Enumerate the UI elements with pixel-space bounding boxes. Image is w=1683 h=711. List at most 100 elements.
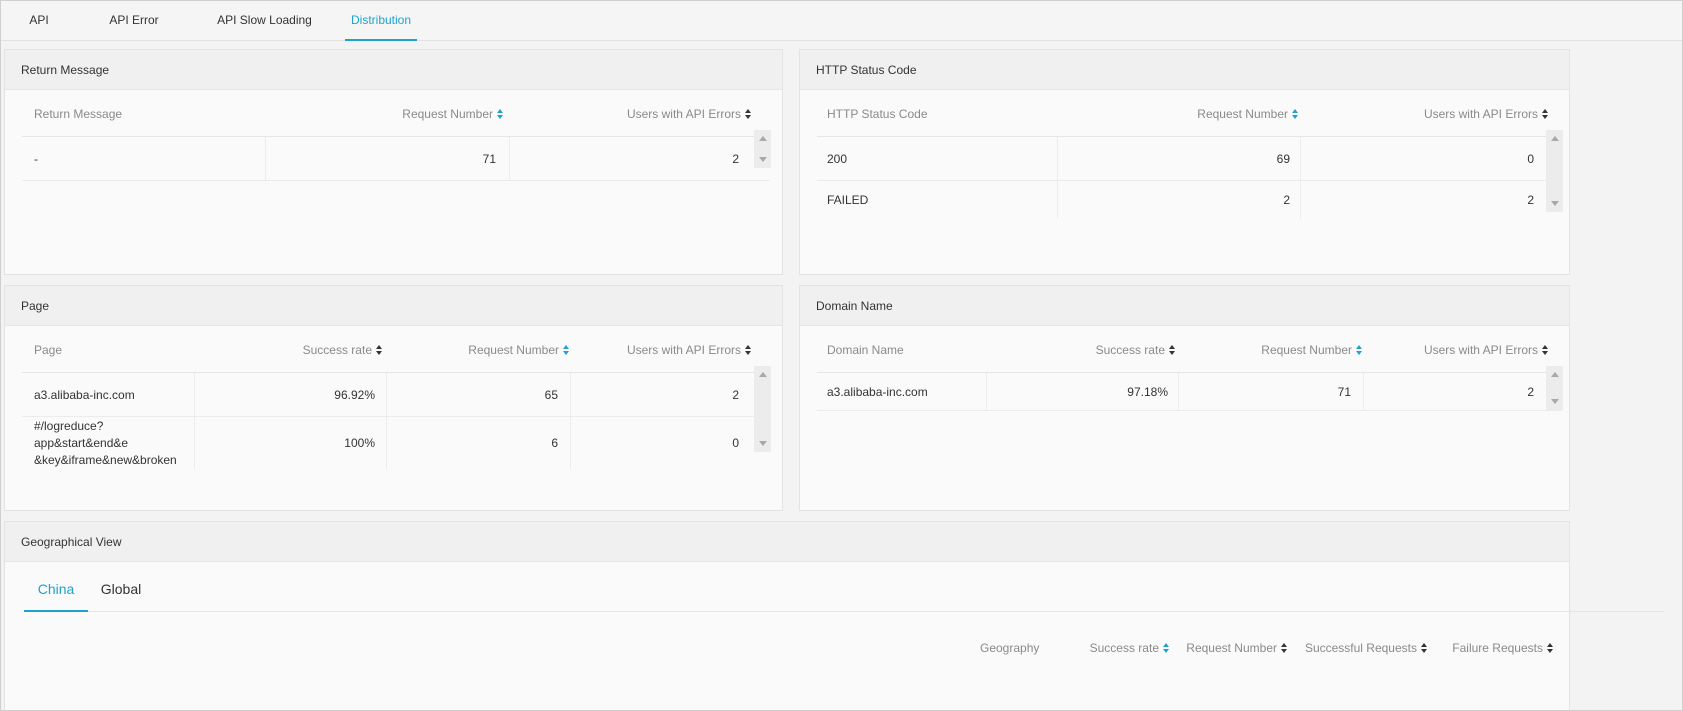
- geo-table: Geography Success rate Request Number Su…: [22, 630, 1562, 666]
- col-header-domain-name: Domain Name: [827, 342, 904, 357]
- cell-page-line-2: &key&iframe&new&broken: [34, 452, 177, 467]
- scroll-up-icon[interactable]: [1551, 136, 1559, 141]
- return-message-table: Return Message Request Number Users with…: [22, 91, 770, 181]
- col-header-http-status-code: HTTP Status Code: [827, 106, 928, 121]
- column-divider: [386, 373, 387, 416]
- table-scrollbar[interactable]: [1546, 366, 1563, 410]
- sort-icon[interactable]: [745, 344, 752, 355]
- cell-users-with-api-errors: 0: [1527, 151, 1534, 166]
- top-tab-bar: API Details API Error Details API Slow L…: [1, 1, 1682, 65]
- col-header-success-rate[interactable]: Success rate: [1017, 327, 1176, 372]
- column-divider: [570, 417, 571, 469]
- scroll-up-icon[interactable]: [759, 136, 767, 141]
- cell-http-status-code: FAILED: [827, 193, 869, 207]
- scroll-down-icon[interactable]: [1551, 399, 1559, 404]
- cell-success-rate: 97.18%: [1127, 384, 1168, 399]
- column-divider: [386, 417, 387, 469]
- cell-request-number: 71: [482, 151, 496, 166]
- col-header-request-number[interactable]: Request Number: [1182, 630, 1288, 666]
- cell-request-number: 71: [1337, 384, 1351, 399]
- column-divider: [1300, 181, 1301, 219]
- cell-users-with-api-errors: 2: [732, 387, 739, 402]
- sort-icon[interactable]: [376, 344, 383, 355]
- panel-title: Domain Name: [800, 286, 1569, 326]
- col-header-request-number[interactable]: Request Number: [322, 91, 504, 136]
- scroll-up-icon[interactable]: [759, 372, 767, 377]
- column-divider: [509, 137, 510, 180]
- tab-api-error-details[interactable]: API Error Details: [92, 1, 176, 65]
- column-divider: [1363, 373, 1364, 410]
- sort-icon[interactable]: [497, 108, 504, 119]
- col-header-request-number[interactable]: Request Number: [1217, 327, 1363, 372]
- sort-icon[interactable]: [563, 344, 570, 355]
- table-row: - 71 2: [22, 137, 770, 181]
- page-table: Page Success rate Request Number Users w…: [22, 327, 770, 469]
- domain-table: Domain Name Success rate Request Number …: [817, 327, 1562, 411]
- sort-icon[interactable]: [1281, 643, 1288, 653]
- scroll-down-icon[interactable]: [1551, 201, 1559, 206]
- table-row: a3.alibaba-inc.com 97.18% 71 2: [817, 373, 1562, 411]
- cell-users-with-api-errors: 0: [732, 436, 739, 450]
- col-header-users-with-api-errors[interactable]: Users with API Errors: [1377, 327, 1549, 372]
- cell-http-status-code: 200: [827, 151, 848, 166]
- panel-title: Geographical View: [5, 522, 1569, 562]
- table-header: Geography Success rate Request Number Su…: [22, 630, 1562, 666]
- col-header-page: Page: [34, 342, 63, 357]
- scroll-up-icon[interactable]: [1551, 372, 1559, 377]
- sort-icon[interactable]: [1421, 643, 1428, 653]
- table-row: #/logreduce?app&start&end&e &key&iframe&…: [22, 417, 770, 469]
- cell-users-with-api-errors: 2: [732, 151, 739, 166]
- panel-title: Page: [5, 286, 782, 326]
- http-status-code-panel: HTTP Status Code HTTP Status Code Reques…: [799, 49, 1570, 275]
- sort-icon[interactable]: [1542, 108, 1549, 119]
- table-header: Domain Name Success rate Request Number …: [817, 327, 1562, 373]
- http-status-table: HTTP Status Code Request Number Users wi…: [817, 91, 1562, 219]
- cell-page: a3.alibaba-inc.com: [34, 387, 135, 402]
- column-divider: [194, 417, 195, 469]
- cell-page: #/logreduce?app&start&end&e &key&iframe&…: [34, 417, 194, 469]
- tab-api-slow-loading-details[interactable]: API Slow Loading Details: [201, 1, 328, 65]
- col-header-failure-requests[interactable]: Failure Requests: [1442, 630, 1554, 666]
- domain-name-panel: Domain Name Domain Name Success rate Req…: [799, 285, 1570, 511]
- table-scrollbar[interactable]: [754, 130, 771, 168]
- panel-title: HTTP Status Code: [800, 50, 1569, 90]
- tab-distribution[interactable]: Distribution: [345, 1, 417, 41]
- table-row: a3.alibaba-inc.com 96.92% 65 2: [22, 373, 770, 417]
- col-header-request-number[interactable]: Request Number: [422, 327, 570, 372]
- scroll-down-icon[interactable]: [759, 157, 767, 162]
- sort-icon[interactable]: [1356, 344, 1363, 355]
- app-frame: API Details API Error Details API Slow L…: [0, 0, 1683, 711]
- tab-api-details[interactable]: API Details: [11, 1, 67, 65]
- table-row: FAILED 2 2: [817, 181, 1562, 219]
- col-header-success-rate[interactable]: Success rate: [222, 327, 383, 372]
- column-divider: [265, 137, 266, 180]
- table-scrollbar[interactable]: [754, 366, 771, 452]
- col-header-success-rate[interactable]: Success rate: [1072, 630, 1170, 666]
- col-header-successful-requests[interactable]: Successful Requests: [1302, 630, 1428, 666]
- cell-users-with-api-errors: 2: [1527, 193, 1534, 207]
- cell-return-message: -: [34, 151, 38, 166]
- page-panel: Page Page Success rate Request Number Us…: [4, 285, 783, 511]
- tab-global[interactable]: Global: [96, 562, 146, 612]
- geo-tab-bar: China Global: [24, 562, 1664, 612]
- sort-icon[interactable]: [1542, 344, 1549, 355]
- col-header-users-with-api-errors[interactable]: Users with API Errors: [1377, 91, 1549, 136]
- column-divider: [1057, 137, 1058, 180]
- col-header-request-number[interactable]: Request Number: [1117, 91, 1299, 136]
- cell-page-line-1: #/logreduce?app&start&end&e: [34, 418, 129, 450]
- scroll-down-icon[interactable]: [759, 441, 767, 446]
- column-divider: [1057, 181, 1058, 219]
- sort-icon[interactable]: [1292, 108, 1299, 119]
- cell-request-number: 6: [551, 436, 558, 450]
- table-scrollbar[interactable]: [1546, 130, 1563, 212]
- col-header-users-with-api-errors[interactable]: Users with API Errors: [582, 327, 752, 372]
- sort-icon[interactable]: [1163, 643, 1170, 653]
- cell-users-with-api-errors: 2: [1527, 384, 1534, 399]
- sort-icon[interactable]: [745, 108, 752, 119]
- tab-china[interactable]: China: [24, 562, 88, 612]
- col-header-users-with-api-errors[interactable]: Users with API Errors: [582, 91, 752, 136]
- column-divider: [570, 373, 571, 416]
- sort-icon[interactable]: [1547, 643, 1554, 653]
- sort-icon[interactable]: [1169, 344, 1176, 355]
- table-header: Return Message Request Number Users with…: [22, 91, 770, 137]
